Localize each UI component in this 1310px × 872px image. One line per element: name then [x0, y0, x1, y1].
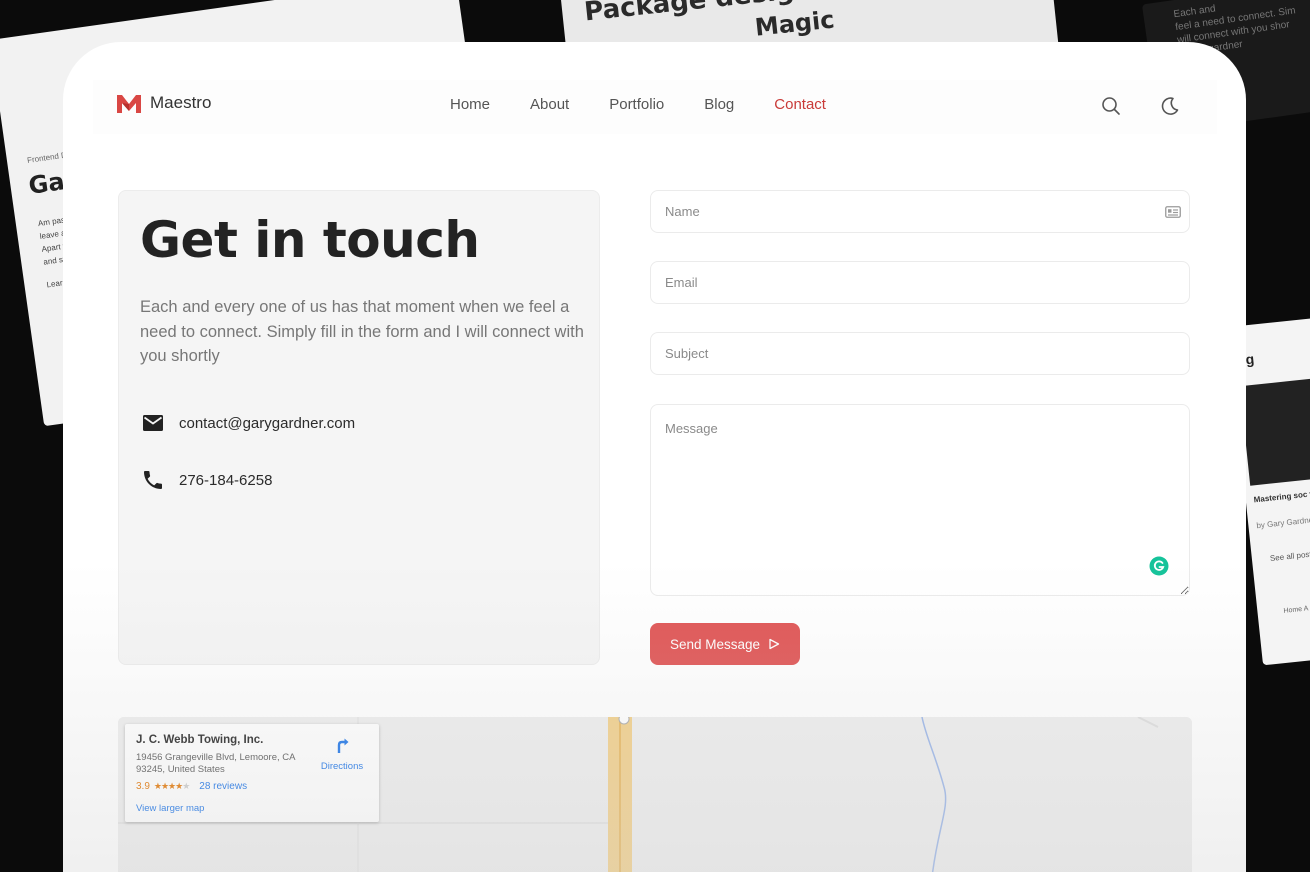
background-card-subheading: Magic: [753, 5, 836, 42]
contact-phone[interactable]: 276-184-6258: [179, 472, 272, 489]
contact-phone-row[interactable]: 276-184-6258: [141, 468, 272, 492]
nav-links: Home About Portfolio Blog Contact: [450, 96, 866, 113]
nav-link-contact[interactable]: Contact: [774, 96, 826, 113]
map-place-card: J. C. Webb Towing, Inc. 19456 Grangevill…: [125, 724, 379, 822]
subject-field[interactable]: [650, 332, 1190, 375]
navbar: Maestro Home About Portfolio Blog Contac…: [93, 80, 1217, 134]
email-field[interactable]: [650, 261, 1190, 304]
background-card-image: [1239, 374, 1310, 486]
nav-link-blog[interactable]: Blog: [704, 96, 734, 113]
map-rating: 3.9 ★★★★★ 28 reviews: [136, 781, 247, 792]
brand-name: Maestro: [150, 93, 212, 112]
contact-page-window: Maestro Home About Portfolio Blog Contac…: [63, 42, 1246, 872]
directions-button[interactable]: Directions: [317, 736, 367, 774]
send-message-label: Send Message: [669, 636, 761, 652]
view-larger-map-link[interactable]: View larger map: [136, 803, 204, 814]
contact-info-panel: Get in touch Each and every one of us ha…: [118, 190, 600, 665]
background-card-byline: by Gary Gardner: [1256, 515, 1310, 531]
search-icon[interactable]: [1100, 95, 1122, 117]
page-title: Get in touch: [140, 211, 480, 269]
send-arrow-icon: [769, 638, 780, 650]
name-field[interactable]: [650, 190, 1190, 233]
contact-email-row[interactable]: contact@garygardner.com: [141, 411, 355, 435]
brand-logo[interactable]: Maestro: [116, 92, 211, 114]
map-reviews-link[interactable]: 28 reviews: [199, 781, 247, 792]
phone-icon: [144, 471, 162, 489]
nav-link-about[interactable]: About: [530, 96, 569, 113]
moon-icon[interactable]: [1159, 95, 1181, 117]
background-card-see-all: See all post: [1269, 549, 1310, 564]
embedded-map[interactable]: J. C. Webb Towing, Inc. 19456 Grangevill…: [118, 717, 1192, 872]
background-card-footer: Home A: [1283, 605, 1309, 615]
map-place-address: 19456 Grangeville Blvd, Lemoore, CA 9324…: [136, 752, 295, 775]
message-field[interactable]: [650, 404, 1190, 596]
contact-description: Each and every one of us has that moment…: [140, 298, 584, 365]
grammarly-icon[interactable]: [1149, 556, 1169, 576]
background-card-caption: Mastering soc winning the s: [1253, 484, 1310, 505]
maestro-logo-icon: [117, 95, 141, 113]
map-rating-value: 3.9: [136, 781, 150, 792]
nav-link-home[interactable]: Home: [450, 96, 490, 113]
map-place-name: J. C. Webb Towing, Inc.: [136, 734, 264, 746]
directions-label: Directions: [320, 761, 364, 772]
send-message-button[interactable]: Send Message: [650, 623, 800, 665]
contact-email[interactable]: contact@garygardner.com: [179, 415, 355, 432]
directions-icon: [337, 738, 349, 753]
rating-stars-icon: ★★★★★: [153, 781, 190, 791]
contact-card-icon: [1165, 206, 1181, 218]
nav-link-portfolio[interactable]: Portfolio: [609, 96, 664, 113]
mail-icon: [143, 415, 163, 431]
